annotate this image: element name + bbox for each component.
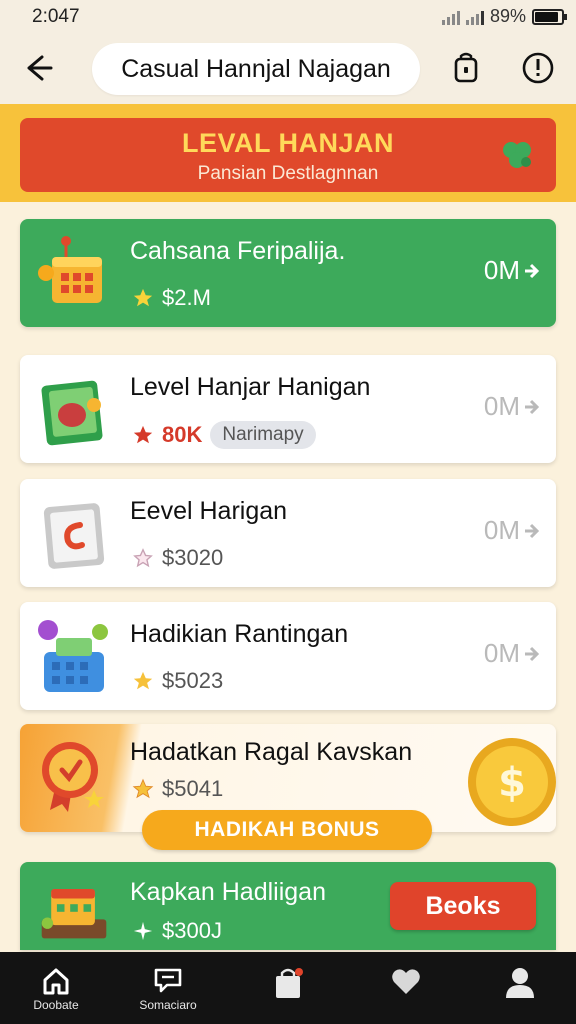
item-meta: $5041 [132,776,223,802]
status-bar: 2:047 89% [0,0,576,34]
item-action[interactable]: 0M [484,515,540,546]
item-meta: $300J [132,918,222,944]
item-action-label: 0M [483,255,520,285]
banner-title: LEVAL HANJAN [181,128,395,158]
level-banner-area: LEVAL HANJAN Pansian Destlagnnan [0,104,576,202]
nav-chat[interactable]: Somaciaro [120,962,216,1020]
star-icon [132,778,154,799]
bag-icon [276,968,303,998]
sparkle-icon [133,921,153,941]
books-button[interactable]: Beoks [390,882,536,930]
item-action-label: 0M [483,391,520,421]
star-outline-icon [133,548,153,568]
reward-medal-icon [42,742,104,812]
page-title: Casual Hannjal Najagan [92,43,420,95]
item-action[interactable]: 0M [484,638,540,669]
list-item[interactable]: Hadikian Rantingan $5023 0M [20,602,556,710]
nav-home-label: Doobate [33,998,79,1012]
item-price: $5041 [162,776,224,801]
status-right: 89% [441,6,567,27]
bottom-nav: Doobate Somaciaro [0,952,576,1024]
list-item[interactable]: Level Hanjar Hanigan 80K Narimapy 0M [20,355,556,463]
item-meta: $5023 [132,668,223,694]
back-arrow-icon[interactable] [18,48,58,88]
nav-bag[interactable] [240,962,336,1020]
heart-icon [392,969,420,994]
item-action-label: 0M [483,638,520,668]
item-meta: $3020 [132,545,223,571]
item-action[interactable]: 0M [484,391,540,422]
nav-home[interactable]: Doobate [8,962,104,1020]
app-bar: Casual Hannjal Najagan [0,34,576,104]
banner-subtitle: Pansian Destlagnnan [197,163,379,184]
info-icon[interactable] [520,50,556,86]
list-item[interactable]: Kapkan Hadliigan $300J Beoks [20,862,556,950]
nav-favorites[interactable] [358,962,454,1020]
item-action[interactable]: 0M [484,255,540,286]
item-price: $5023 [162,668,224,693]
chevron-right-icon [525,399,540,414]
gift-box-icon [41,889,107,939]
shopping-basket-icon [38,236,102,303]
item-name: Hadikian Rantingan [130,620,349,648]
clover-icon [503,142,531,168]
star-icon [133,671,153,690]
list-item[interactable]: Eevel Harigan $3020 0M [20,479,556,587]
battery-percent: 89% [489,6,526,26]
cell-signal-icon [465,9,484,25]
wifi-signal-icon [441,9,460,25]
star-icon [133,288,153,307]
tablet-icon [43,503,105,569]
svg-text:$: $ [498,760,526,806]
item-name: Kapkan Hadliigan [130,878,326,906]
item-name: Level Hanjar Hanigan [130,373,371,401]
home-icon [43,968,69,995]
dollar-coin-icon[interactable]: $ [466,736,558,828]
item-action-label: 0M [483,515,520,545]
chevron-right-icon [525,263,540,278]
item-name: Hadatkan Ragal Kavskan [130,738,413,766]
blue-basket-icon [38,620,108,692]
chevron-right-icon [525,523,540,538]
chat-icon [154,968,182,993]
list-item[interactable]: Cahsana Feripalija. $2.M 0M [20,219,556,327]
chevron-right-icon [525,646,540,661]
nav-chat-label: Somaciaro [139,998,197,1012]
bonus-button[interactable]: HADIKAH BONUS [142,810,432,850]
item-meta: 80K Narimapy [132,421,316,449]
level-banner[interactable]: LEVAL HANJAN Pansian Destlagnnan [20,118,556,192]
item-name: Cahsana Feripalija. [130,237,346,265]
item-price: $3020 [162,545,224,570]
battery-icon [532,8,567,25]
item-price: $300J [162,918,222,943]
item-price: 80K [162,422,203,447]
item-price: $2.M [162,285,211,310]
nav-profile[interactable] [472,962,568,1020]
item-name: Eevel Harigan [130,497,288,525]
bonus-list-item[interactable]: Hadatkan Ragal Kavskan $5041 HADIKAH BON… [20,724,558,850]
profile-icon [506,968,534,998]
status-time: 2:047 [32,6,80,27]
item-tag: Narimapy [210,421,316,449]
star-icon [133,425,153,444]
picture-frame-icon [41,380,103,446]
item-meta: $2.M [132,285,211,311]
shopping-bag-icon[interactable] [448,50,484,86]
